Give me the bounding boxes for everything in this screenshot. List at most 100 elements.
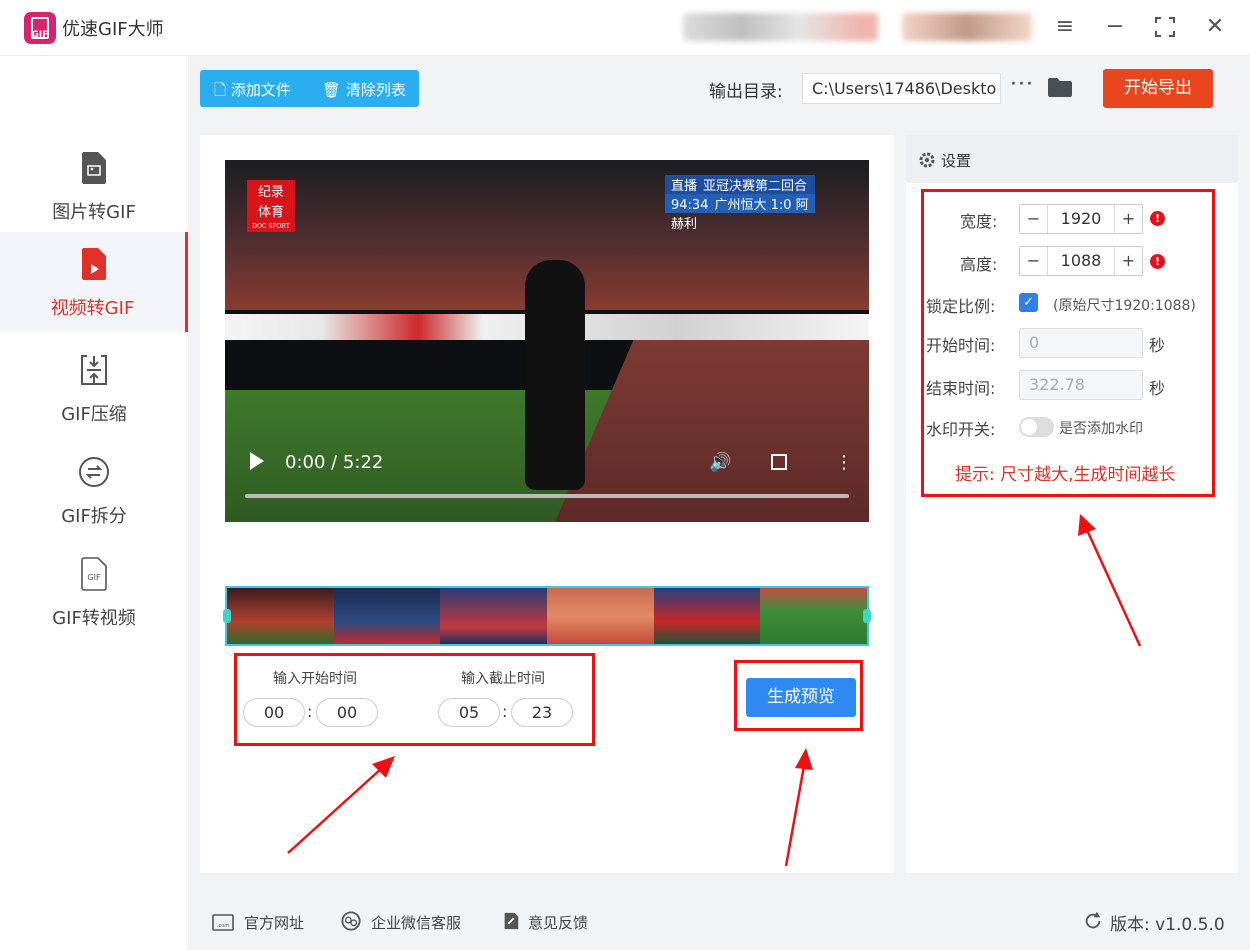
compress-icon [81,355,107,385]
start-second-input[interactable]: 00 [316,698,378,727]
split-icon [79,457,109,487]
play-icon[interactable] [250,452,264,470]
blurred-user-avatar [902,13,1032,41]
output-path-field[interactable]: C:\Users\17486\Deskto [802,73,1001,104]
start-seconds-unit: 秒 [1149,336,1166,355]
width-label: 宽度: [960,212,998,231]
wechat-icon [341,911,361,931]
width-warning-icon: ! [1150,211,1165,226]
width-decrease-button[interactable]: − [1020,205,1048,233]
image-file-icon [82,152,106,184]
video-player[interactable]: 纪录 体育 DOC SPORT 直播 亚冠决赛第二回合 94:34 广州恒大 1:0… [225,160,869,522]
watermark-toggle[interactable] [1019,417,1054,437]
timeline-thumbnail [547,588,654,644]
start-time-field[interactable]: 0 [1019,328,1143,358]
height-stepper[interactable]: − 1088 + [1019,246,1143,276]
logo-line-2: 体育 [257,205,284,220]
feedback-link[interactable]: 意见反馈 [528,912,588,933]
width-stepper[interactable]: − 1920 + [1019,204,1143,234]
settings-title: 设置 [941,152,972,170]
height-decrease-button[interactable]: − [1020,247,1048,275]
video-frame-player [525,260,585,490]
sidebar-item-gif-to-video[interactable]: GIF GIF转视频 [0,542,188,642]
timeline-thumbnail [440,588,548,644]
sidebar: 图片转GIF 视频转GIF GIF压缩 GIF拆分 GIF GIF转视频 [0,56,188,950]
start-time-label: 输入开始时间 [273,671,357,687]
end-time-setting-label: 结束时间: [926,379,996,398]
close-icon[interactable]: ✕ [1202,14,1228,40]
feedback-icon [504,912,519,930]
browse-more-button[interactable]: ··· [1010,72,1034,97]
height-label: 高度: [960,255,998,274]
logo-line-3: DOC SPORT [252,223,290,230]
height-value[interactable]: 1088 [1048,247,1114,275]
live-clock: 94:34 [671,198,709,213]
gif-file-icon: GIF [81,557,107,591]
sidebar-item-label: 视频转GIF [50,298,135,319]
add-file-label: 添加文件 [230,81,291,99]
start-separator: : [307,702,313,721]
video-progress-bar[interactable] [245,494,849,498]
refresh-icon[interactable] [1082,911,1104,931]
timeline-thumbnail [333,588,441,644]
official-website-link[interactable]: 官方网址 [244,912,304,933]
sidebar-item-image-to-gif[interactable]: 图片转GIF [0,136,188,236]
settings-header: 设置 [906,135,1238,183]
sidebar-item-gif-compress[interactable]: GIF压缩 [0,338,188,438]
app-logo-icon: GIF [24,12,56,44]
timeline-start-handle[interactable] [223,609,231,623]
live-label: 直播 [671,179,698,194]
gear-icon [919,152,935,168]
video-time: 0:00 / 5:22 [285,452,384,473]
timeline-thumbnail [760,588,867,644]
svg-text:.com: .com [217,923,229,929]
output-dir-label: 输出目录: [709,82,783,102]
watermark-text: 是否添加水印 [1059,421,1143,437]
clear-list-label: 清除列表 [345,81,406,99]
height-increase-button[interactable]: + [1114,247,1142,275]
sidebar-item-label: GIF拆分 [61,506,127,527]
add-file-button[interactable]: 🗋 添加文件 [214,79,291,105]
end-time-field[interactable]: 322.78 [1019,370,1143,400]
logo-line-1: 纪录 [257,185,284,200]
width-value[interactable]: 1920 [1048,205,1114,233]
title-bar: GIF 优速GIF大师 ≡ − ✕ [0,0,1250,56]
end-minute-input[interactable]: 05 [438,698,500,727]
thumbnail-timeline[interactable] [225,586,869,646]
maximize-icon[interactable] [1152,14,1178,40]
file-icon: 🗋 [214,81,227,99]
timeline-end-handle[interactable] [863,609,871,623]
start-export-button[interactable]: 开始导出 [1103,69,1213,108]
sidebar-item-video-to-gif[interactable]: 视频转GIF [0,232,188,332]
volume-icon[interactable]: 🔊 [709,452,731,473]
end-separator: : [502,702,508,721]
sidebar-item-label: 图片转GIF [52,202,136,223]
menu-icon[interactable]: ≡ [1052,14,1078,40]
clear-list-button[interactable]: 🗑 清除列表 [322,79,406,100]
lock-ratio-checkbox[interactable]: ✓ [1019,293,1038,312]
width-increase-button[interactable]: + [1114,205,1142,233]
fullscreen-icon[interactable] [771,454,787,470]
svg-text:GIF: GIF [87,573,101,582]
end-seconds-unit: 秒 [1149,379,1166,398]
live-scoreboard: 直播 亚冠决赛第二回合 94:34 广州恒大 1:0 阿赫利 [665,175,815,232]
generate-preview-button[interactable]: 生成预览 [746,678,856,717]
more-options-icon[interactable]: ⋮ [835,452,853,473]
end-second-input[interactable]: 23 [511,698,573,727]
folder-icon[interactable] [1047,76,1073,98]
start-minute-input[interactable]: 00 [243,698,305,727]
version-text: 版本: v1.0.5.0 [1110,915,1225,935]
end-time-label: 输入截止时间 [461,671,545,687]
timeline-thumbnail [227,588,334,644]
minimize-icon[interactable]: − [1102,14,1128,40]
video-file-icon [82,248,106,280]
blurred-account-info [683,13,878,41]
channel-logo: 纪录 体育 DOC SPORT [247,180,295,232]
height-warning-icon: ! [1150,254,1165,269]
wechat-service-link[interactable]: 企业微信客服 [371,912,461,933]
website-icon: .com [212,914,234,931]
sidebar-item-gif-split[interactable]: GIF拆分 [0,440,188,540]
watermark-label: 水印开关: [926,420,996,439]
timeline-thumbnail [653,588,761,644]
start-time-setting-label: 开始时间: [926,336,996,355]
